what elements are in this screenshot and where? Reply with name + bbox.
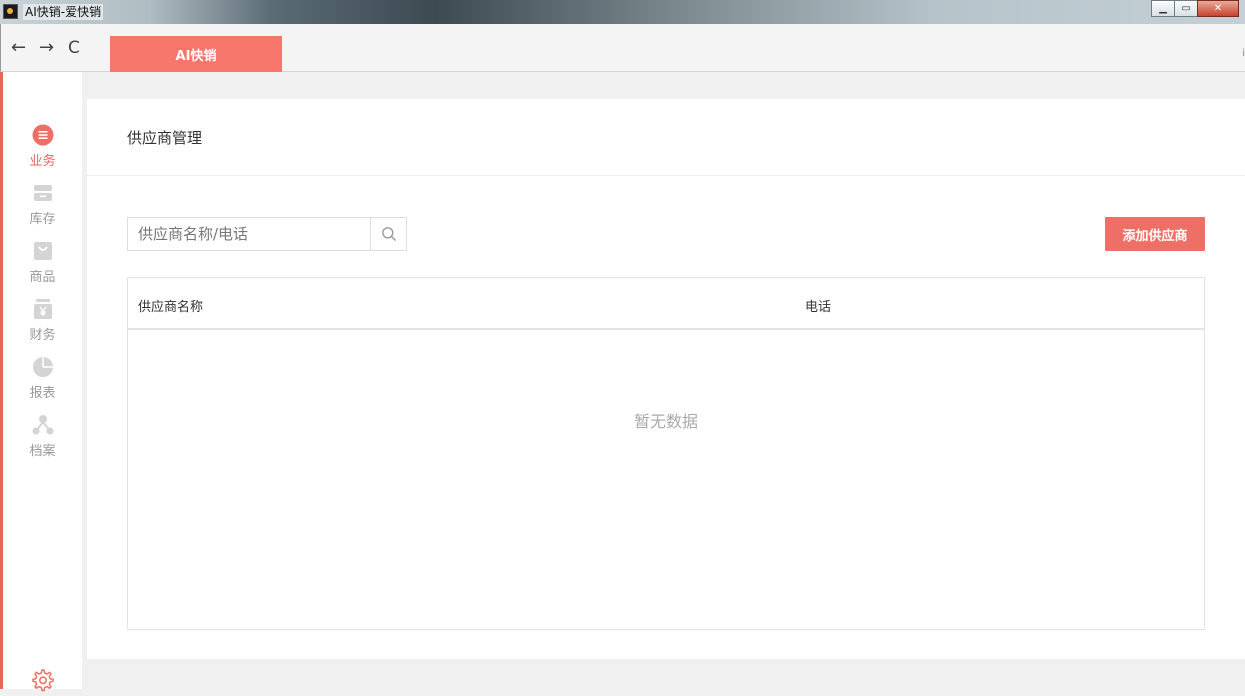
search-box xyxy=(127,217,407,251)
minimize-button[interactable]: ▁ xyxy=(1151,0,1175,17)
bag-icon xyxy=(33,242,52,260)
table-header: 供应商名称 电话 xyxy=(128,278,1204,330)
sidebar: 业务 库存 商品 财务 报表 档案 xyxy=(3,72,82,692)
tab-aikuaixiao[interactable]: AI快销 xyxy=(110,36,282,72)
supplier-management-panel: 供应商管理 添加供应商 供应商名称 电话 暂无数据 xyxy=(87,99,1245,659)
column-header-phone[interactable]: 电话 xyxy=(805,296,831,315)
gear-icon xyxy=(32,669,54,692)
back-arrow-icon[interactable]: ← xyxy=(11,38,26,58)
sidebar-item-archives[interactable]: 档案 xyxy=(3,414,82,459)
page-title: 供应商管理 xyxy=(87,99,1245,176)
pie-chart-icon xyxy=(32,357,53,377)
sidebar-item-label: 商品 xyxy=(29,270,56,285)
sidebar-item-label: 报表 xyxy=(29,386,56,401)
close-button[interactable]: ✕ xyxy=(1197,0,1239,17)
sidebar-item-reports[interactable]: 报表 xyxy=(3,356,82,401)
sidebar-item-label: 财务 xyxy=(29,328,56,343)
window-titlebar: AI快销-爱快销 ▁ ▭ ✕ xyxy=(0,0,1245,24)
network-icon xyxy=(32,415,53,435)
sidebar-item-label: 库存 xyxy=(29,212,56,227)
sidebar-item-finance[interactable]: 财务 xyxy=(3,298,82,343)
add-supplier-button[interactable]: 添加供应商 xyxy=(1105,217,1205,251)
window-controls: ▁ ▭ ✕ xyxy=(1151,0,1239,17)
window-title: AI快销-爱快销 xyxy=(23,4,104,20)
search-button[interactable] xyxy=(370,218,406,250)
yen-icon xyxy=(33,299,52,319)
sidebar-item-inventory[interactable]: 库存 xyxy=(3,182,82,227)
settings-button[interactable] xyxy=(30,668,54,692)
app-logo-icon xyxy=(3,4,18,19)
list-icon xyxy=(32,124,53,146)
supplier-table: 供应商名称 电话 暂无数据 xyxy=(127,277,1205,630)
forward-arrow-icon[interactable]: → xyxy=(39,38,54,58)
search-input[interactable] xyxy=(128,218,372,250)
sidebar-item-business[interactable]: 业务 xyxy=(3,124,82,169)
browser-toolbar: ← → C AI快销 i xyxy=(0,24,1245,72)
maximize-button[interactable]: ▭ xyxy=(1174,0,1198,17)
sidebar-item-label: 业务 xyxy=(29,154,56,169)
sidebar-item-label: 档案 xyxy=(29,444,56,459)
search-icon xyxy=(381,227,396,242)
sidebar-item-goods[interactable]: 商品 xyxy=(3,240,82,285)
empty-state-text: 暂无数据 xyxy=(633,412,698,431)
column-header-supplier-name[interactable]: 供应商名称 xyxy=(138,296,203,315)
inventory-icon xyxy=(33,185,52,201)
reload-icon[interactable]: C xyxy=(68,38,80,58)
